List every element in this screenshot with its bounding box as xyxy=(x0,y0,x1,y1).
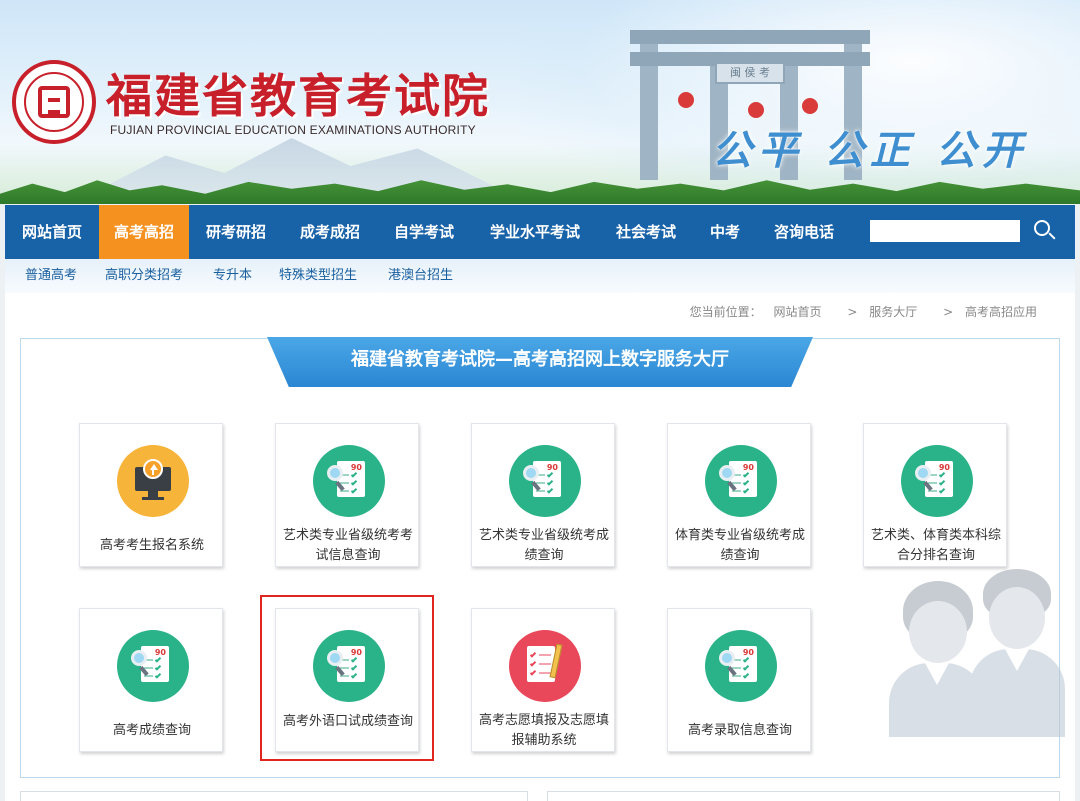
nav-item-xueye[interactable]: 学业水平考试 xyxy=(471,205,599,259)
nav-item-hotline[interactable]: 咨询电话 xyxy=(757,205,851,259)
arch-plaque: 闽 侯 考 xyxy=(715,62,785,84)
search-icon[interactable] xyxy=(1032,218,1058,244)
nav-item-zixue[interactable]: 自学考试 xyxy=(377,205,471,259)
score-search-icon: 90 xyxy=(117,630,189,702)
service-card-art-exam-info[interactable]: 90 艺术类专业省级统考考试信息查询 xyxy=(275,423,419,567)
breadcrumb-gaokao-apps[interactable]: 高考高招应用 xyxy=(965,305,1037,319)
service-card-label: 高考志愿填报及志愿填报辅助系统 xyxy=(478,713,609,748)
score-sheet: 90 xyxy=(729,461,757,497)
breadcrumb-service-hall[interactable]: 服务大厅 xyxy=(869,305,917,319)
score-sheet: 90 xyxy=(729,646,757,682)
checklist-pencil-icon xyxy=(509,630,581,702)
service-card-label: 艺术类专业省级统考成绩查询 xyxy=(478,528,609,563)
service-card-composite-ranking[interactable]: 90 艺术类、体育类本科综合分排名查询 xyxy=(863,423,1007,567)
service-card-label: 艺术类专业省级统考考试信息查询 xyxy=(282,528,413,563)
search-input[interactable] xyxy=(870,220,1020,242)
site-title[interactable]: 福建省教育考试院 xyxy=(106,60,490,126)
score-sheet: 90 xyxy=(337,461,365,497)
arch-beam xyxy=(630,30,870,44)
score-search-icon: 90 xyxy=(901,445,973,517)
service-hall-title-banner: 福建省教育考试院—高考高招网上数字服务大厅 xyxy=(267,337,813,387)
sub-nav: 普通高考 高职分类招考 专升本 特殊类型招生 港澳台招生 xyxy=(5,259,1075,293)
subnav-item-putong[interactable]: 普通高考 xyxy=(25,259,77,293)
upload-arrow-icon xyxy=(143,459,163,479)
main-nav: 网站首页 高考高招 研考研招 成考成招 自学考试 学业水平考试 社会考试 中考 … xyxy=(5,205,1075,259)
header-banner: 闽 侯 考 公平 公正 公开 福建省教育考试院 FUJIAN PROVINCIA… xyxy=(0,0,1080,204)
lantern xyxy=(678,92,694,108)
service-card-sports-exam-score[interactable]: 90 体育类专业省级统考成绩查询 xyxy=(667,423,811,567)
bottom-panel-left xyxy=(20,791,528,801)
nav-item-chengkao[interactable]: 成考成招 xyxy=(283,205,377,259)
breadcrumb-prefix: 您当前位置： xyxy=(689,305,762,319)
site-subtitle: FUJIAN PROVINCIAL EDUCATION EXAMINATIONS… xyxy=(110,123,476,137)
service-card-label: 体育类专业省级统考成绩查询 xyxy=(674,528,805,563)
breadcrumb-home[interactable]: 网站首页 xyxy=(774,305,822,319)
service-card-label: 高考考生报名系统 xyxy=(99,538,204,553)
magnifier xyxy=(523,465,539,481)
nav-item-shehui[interactable]: 社会考试 xyxy=(599,205,693,259)
customer-service-illustration xyxy=(881,567,1071,737)
service-card-label: 高考成绩查询 xyxy=(112,723,191,738)
nav-item-yankao[interactable]: 研考研招 xyxy=(189,205,283,259)
magnifier xyxy=(719,465,735,481)
service-card-gaokao-score[interactable]: 90 高考成绩查询 xyxy=(79,608,223,752)
score-sheet: 90 xyxy=(925,461,953,497)
monitor-upload-icon xyxy=(117,445,189,517)
service-card-art-exam-score[interactable]: 90 艺术类专业省级统考成绩查询 xyxy=(471,423,615,567)
bottom-panel-right xyxy=(547,791,1060,801)
score-search-icon: 90 xyxy=(705,630,777,702)
slogan: 公平 公正 公开 xyxy=(712,127,1028,174)
nav-item-zhongkao[interactable]: 中考 xyxy=(693,205,757,259)
nav-item-gaokao[interactable]: 高考高招 xyxy=(99,205,189,259)
service-card-label: 艺术类、体育类本科综合分排名查询 xyxy=(870,528,1001,563)
service-card-gaokao-registration[interactable]: 高考考生报名系统 xyxy=(79,423,223,567)
highlight-box xyxy=(260,595,434,761)
score-search-icon: 90 xyxy=(313,445,385,517)
breadcrumb-separator: > xyxy=(847,305,858,319)
service-hall-title: 福建省教育考试院—高考高招网上数字服务大厅 xyxy=(351,349,729,370)
magnifier xyxy=(327,465,343,481)
nav-item-home[interactable]: 网站首页 xyxy=(5,205,99,259)
authority-logo[interactable] xyxy=(12,60,96,144)
score-sheet: 90 xyxy=(141,646,169,682)
score-search-icon: 90 xyxy=(705,445,777,517)
monitor-base xyxy=(142,497,164,500)
breadcrumb: 您当前位置： 网站首页 > 服务大厅 > 高考高招应用 xyxy=(682,303,1037,320)
subnav-item-zhuanshengben[interactable]: 专升本 xyxy=(213,259,252,293)
lantern xyxy=(748,102,764,118)
magnifier xyxy=(131,650,147,666)
magnifier xyxy=(719,650,735,666)
subnav-item-gaozhi[interactable]: 高职分类招考 xyxy=(105,259,183,293)
service-card-volunteer-application[interactable]: 高考志愿填报及志愿填报辅助系统 xyxy=(471,608,615,752)
breadcrumb-separator: > xyxy=(943,305,954,319)
page: 闽 侯 考 公平 公正 公开 福建省教育考试院 FUJIAN PROVINCIA… xyxy=(0,0,1080,801)
subnav-item-gangaotai[interactable]: 港澳台招生 xyxy=(388,259,453,293)
lantern xyxy=(802,98,818,114)
service-card-admission-info[interactable]: 90 高考录取信息查询 xyxy=(667,608,811,752)
main-content: 您当前位置： 网站首页 > 服务大厅 > 高考高招应用 福建省教育考试院—高考高… xyxy=(5,293,1075,801)
subnav-item-teshu[interactable]: 特殊类型招生 xyxy=(279,259,357,293)
magnifier xyxy=(915,465,931,481)
score-sheet: 90 xyxy=(533,461,561,497)
logo-mark-icon xyxy=(38,86,70,118)
score-search-icon: 90 xyxy=(509,445,581,517)
service-card-label: 高考录取信息查询 xyxy=(687,723,792,738)
search-icon-handle xyxy=(1048,232,1056,240)
service-hall-panel: 福建省教育考试院—高考高招网上数字服务大厅 高考考生报名系统 90 艺术类专业省… xyxy=(20,337,1065,778)
